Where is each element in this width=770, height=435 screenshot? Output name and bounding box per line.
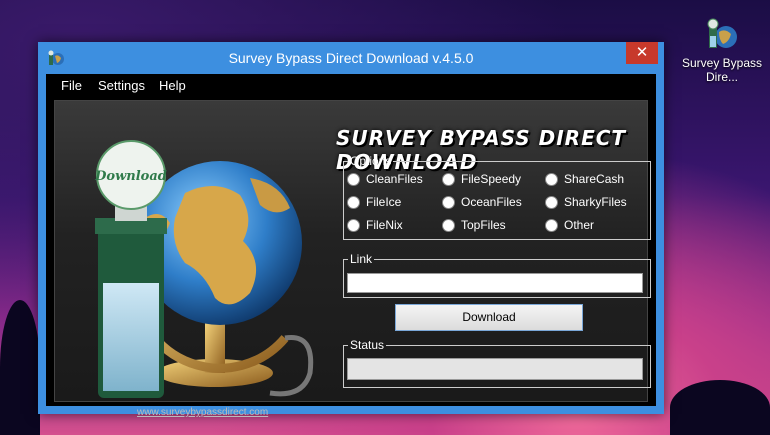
app-window: Survey Bypass Direct Download v.4.5.0 ✕ … — [38, 42, 664, 418]
radio-filespeedy[interactable]: FileSpeedy — [442, 172, 522, 187]
radio-label: CleanFiles — [366, 172, 423, 186]
radio-circle-icon — [442, 173, 455, 187]
radio-circle-icon — [545, 173, 558, 187]
menu-settings[interactable]: Settings — [98, 78, 145, 93]
radio-circle-icon — [442, 196, 455, 210]
radio-circle-icon — [442, 219, 455, 233]
status-field — [347, 358, 643, 380]
palm-silhouette — [0, 300, 40, 435]
palm-silhouette — [670, 380, 770, 435]
radio-label: TopFiles — [461, 218, 506, 232]
radio-fileice[interactable]: FileIce — [347, 195, 402, 210]
website-link[interactable]: www.surveybypassdirect.com — [137, 407, 268, 418]
radio-circle-icon — [347, 196, 360, 210]
radio-circle-icon — [347, 219, 360, 233]
menu-file[interactable]: File — [61, 78, 82, 93]
radio-label: FileSpeedy — [461, 172, 522, 186]
radio-cleanfiles[interactable]: CleanFiles — [347, 172, 423, 187]
link-legend: Link — [350, 252, 373, 266]
status-legend: Status — [350, 338, 385, 352]
radio-filenix[interactable]: FileNix — [347, 218, 403, 233]
desktop-shortcut-label: Survey Bypass Dire... — [681, 56, 763, 84]
download-globe-illustration: Download — [94, 140, 314, 398]
radio-label: ShareCash — [564, 172, 625, 186]
link-input[interactable] — [347, 273, 643, 293]
radio-topfiles[interactable]: TopFiles — [442, 218, 506, 233]
bottle-label: Download — [94, 169, 167, 184]
window-client-area: File Settings Help Download www.surveyby… — [46, 74, 656, 418]
download-button[interactable]: Download — [395, 304, 583, 331]
radio-label: FileIce — [366, 195, 402, 209]
radio-sharkyfiles[interactable]: SharkyFiles — [545, 195, 627, 210]
desktop-shortcut[interactable]: Survey Bypass Dire... — [680, 18, 764, 84]
radio-label: FileNix — [366, 218, 403, 232]
window-title: Survey Bypass Direct Download v.4.5.0 — [228, 50, 474, 66]
menu-bar: File Settings Help — [46, 74, 656, 98]
menu-help[interactable]: Help — [159, 78, 186, 93]
radio-circle-icon — [545, 196, 558, 210]
title-bar[interactable]: Survey Bypass Direct Download v.4.5.0 ✕ — [38, 42, 664, 74]
radio-label: Other — [564, 218, 595, 232]
close-button[interactable]: ✕ — [626, 42, 658, 64]
radio-label: SharkyFiles — [564, 195, 627, 209]
app-icon — [705, 18, 739, 52]
radio-circle-icon — [347, 173, 360, 187]
close-icon: ✕ — [635, 44, 649, 61]
radio-sharecash[interactable]: ShareCash — [545, 172, 625, 187]
radio-label: OceanFiles — [461, 195, 522, 209]
radio-oceanfiles[interactable]: OceanFiles — [442, 195, 522, 210]
radio-circle-icon — [545, 219, 558, 233]
options-legend: Options — [350, 154, 392, 168]
radio-other[interactable]: Other — [545, 218, 595, 233]
